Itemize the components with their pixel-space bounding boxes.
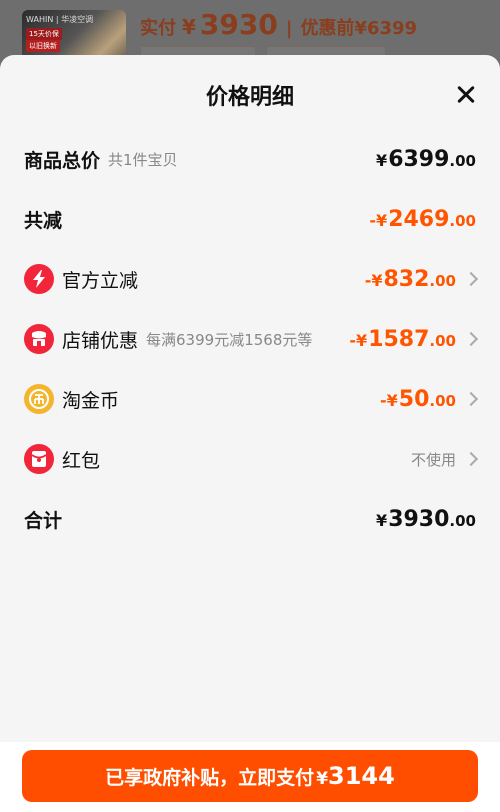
price-symbol: ¥ bbox=[376, 510, 388, 530]
price-symbol: -¥ bbox=[364, 270, 383, 290]
chevron-right-icon bbox=[463, 271, 479, 287]
row-price: -¥ 2469 .00 bbox=[369, 207, 476, 232]
footer-bar: 已享政府补贴，立即支付 ¥ 3144 bbox=[0, 742, 500, 812]
row-label: 共减 bbox=[24, 209, 63, 232]
pay-button[interactable]: 已享政府补贴，立即支付 ¥ 3144 bbox=[22, 750, 478, 802]
price-integer: 3930 bbox=[388, 506, 450, 532]
paid-currency: ¥ bbox=[182, 15, 196, 39]
coin-icon bbox=[24, 384, 54, 414]
price-symbol: -¥ bbox=[369, 210, 388, 230]
pay-button-currency: ¥ bbox=[316, 769, 329, 789]
thumbnail-tag-2: 以旧换新 bbox=[26, 40, 60, 52]
paid-amount: 3930 bbox=[199, 8, 278, 41]
row-price: -¥ 832 .00 bbox=[365, 267, 456, 292]
price-decimal: .00 bbox=[449, 151, 476, 170]
pre-discount-label: 优惠前 bbox=[300, 18, 355, 39]
row-sublabel: 共1件宝贝 bbox=[108, 150, 178, 169]
row-label: 红包 bbox=[62, 449, 101, 472]
pre-discount-amount: ¥6399 bbox=[354, 18, 418, 39]
pay-button-amount: 3144 bbox=[328, 762, 395, 790]
price-symbol: ¥ bbox=[376, 150, 388, 170]
row-taojinbi[interactable]: 淘金币 -¥ 50 .00 bbox=[0, 379, 500, 419]
row-official-discount[interactable]: 官方立减 -¥ 832 .00 bbox=[0, 259, 500, 299]
row-red-packet[interactable]: 红包 不使用 bbox=[0, 439, 500, 479]
close-icon[interactable] bbox=[452, 81, 480, 109]
price-decimal: .00 bbox=[429, 271, 456, 290]
paid-label: 实付 bbox=[140, 18, 176, 39]
price-decimal: .00 bbox=[449, 511, 476, 530]
row-price: ¥ 6399 .00 bbox=[376, 147, 476, 172]
chevron-right-icon bbox=[463, 391, 479, 407]
chevron-right-icon bbox=[463, 331, 479, 347]
price-integer: 2469 bbox=[388, 206, 450, 232]
row-price: -¥ 50 .00 bbox=[380, 387, 456, 412]
row-label: 商品总价 bbox=[24, 149, 101, 172]
row-label: 淘金币 bbox=[62, 389, 120, 412]
row-price: -¥ 1587 .00 bbox=[349, 327, 456, 352]
row-sublabel: 每满6399元减1568元等 bbox=[146, 330, 313, 349]
red-packet-icon bbox=[24, 444, 54, 474]
price-integer: 50 bbox=[398, 386, 430, 412]
row-label: 合计 bbox=[24, 509, 63, 532]
price-detail-sheet: 价格明细 商品总价 共1件宝贝 ¥ 6399 .00 共减 -¥ 2469 .0… bbox=[0, 55, 500, 812]
row-label: 官方立减 bbox=[62, 269, 139, 292]
price-decimal: .00 bbox=[449, 211, 476, 230]
sheet-title: 价格明细 bbox=[205, 85, 294, 110]
price-decimal: .00 bbox=[429, 391, 456, 410]
price-integer: 6399 bbox=[388, 146, 450, 172]
price-symbol: -¥ bbox=[380, 390, 398, 410]
row-sum: 合计 ¥ 3930 .00 bbox=[0, 499, 500, 539]
chevron-right-icon bbox=[463, 451, 479, 467]
row-store-discount[interactable]: 店铺优惠 每满6399元减1568元等 -¥ 1587 .00 bbox=[0, 319, 500, 359]
row-label: 店铺优惠 bbox=[62, 329, 139, 352]
row-total-discount: 共减 -¥ 2469 .00 bbox=[0, 199, 500, 239]
thumbnail-brand: WAHIN | 华凌空调 bbox=[26, 15, 94, 24]
thumbnail-tag: 15天价保 bbox=[26, 28, 62, 40]
lightning-icon bbox=[24, 264, 54, 294]
store-icon bbox=[24, 324, 54, 354]
price-separator: | bbox=[285, 18, 293, 39]
red-packet-value: 不使用 bbox=[410, 450, 456, 469]
background-price-summary: 实付 ¥ 3930 | 优惠前 ¥6399 bbox=[140, 8, 417, 41]
price-integer: 1587 bbox=[368, 326, 430, 352]
price-symbol: -¥ bbox=[349, 330, 368, 350]
pay-button-label: 已享政府补贴，立即支付 bbox=[105, 767, 315, 789]
row-price: ¥ 3930 .00 bbox=[376, 507, 476, 532]
row-total-price: 商品总价 共1件宝贝 ¥ 6399 .00 bbox=[0, 139, 500, 179]
price-decimal: .00 bbox=[429, 331, 456, 350]
price-integer: 832 bbox=[383, 266, 430, 292]
